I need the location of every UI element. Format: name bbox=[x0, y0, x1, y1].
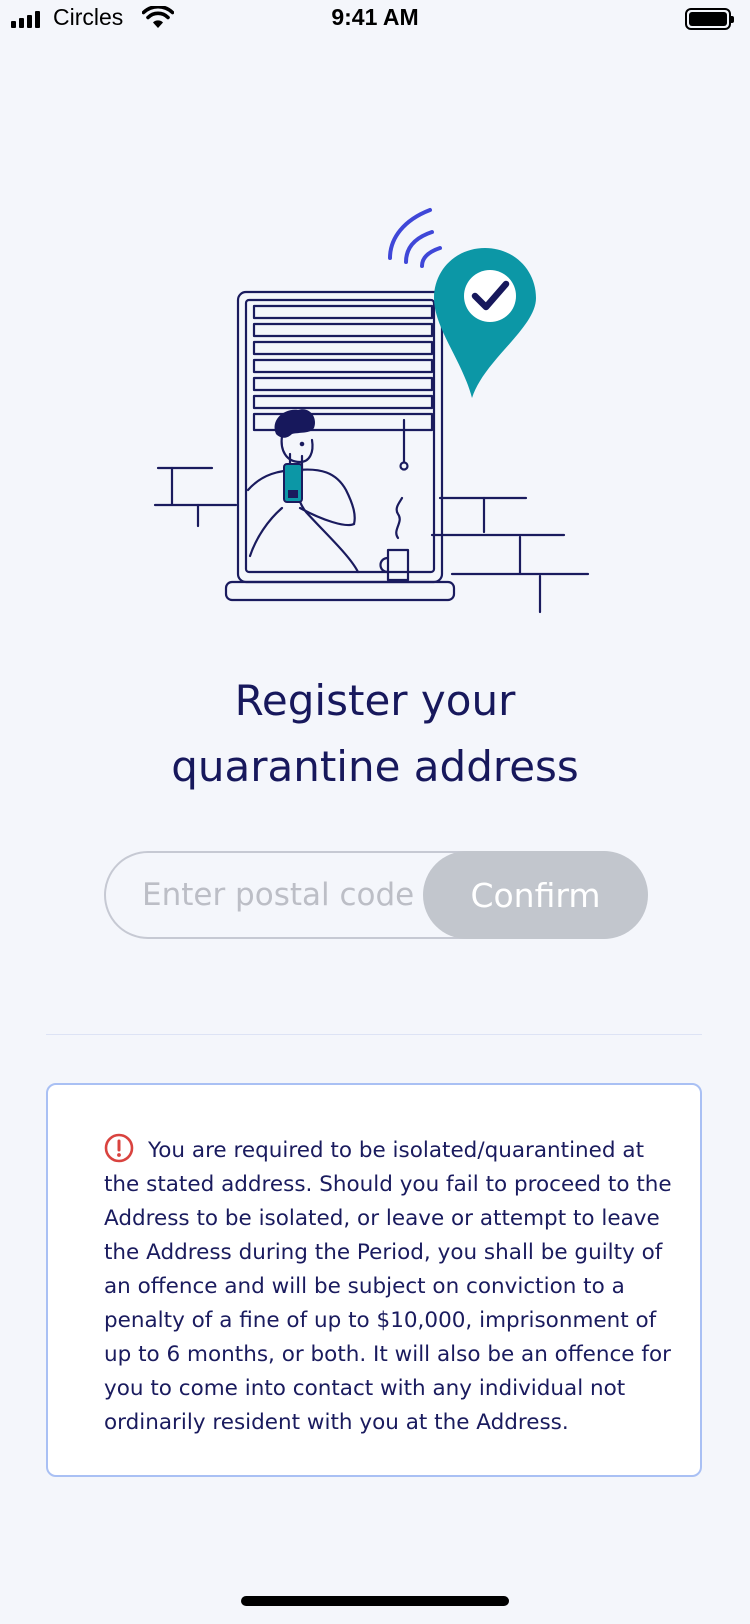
page-title: Register your quarantine address bbox=[0, 668, 750, 800]
postal-code-input[interactable] bbox=[142, 853, 422, 937]
confirm-button-label: Confirm bbox=[470, 875, 601, 915]
postal-code-group: Confirm bbox=[104, 851, 648, 939]
alert-circle-icon bbox=[104, 1133, 134, 1163]
status-bar: Circles 9:41 AM bbox=[0, 0, 750, 40]
battery-icon bbox=[685, 8, 734, 30]
quarantine-illustration bbox=[153, 208, 590, 614]
quarantine-notice-card: You are required to be isolated/quaranti… bbox=[46, 1083, 702, 1477]
home-indicator[interactable] bbox=[241, 1596, 509, 1606]
status-time: 9:41 AM bbox=[331, 4, 419, 30]
section-divider bbox=[46, 1034, 702, 1035]
title-line-2: quarantine address bbox=[171, 742, 579, 791]
title-line-1: Register your bbox=[234, 676, 516, 725]
notice-paragraph: You are required to be isolated/quaranti… bbox=[104, 1133, 674, 1440]
confirm-button[interactable]: Confirm bbox=[423, 851, 648, 939]
notice-text: You are required to be isolated/quaranti… bbox=[104, 1138, 672, 1435]
